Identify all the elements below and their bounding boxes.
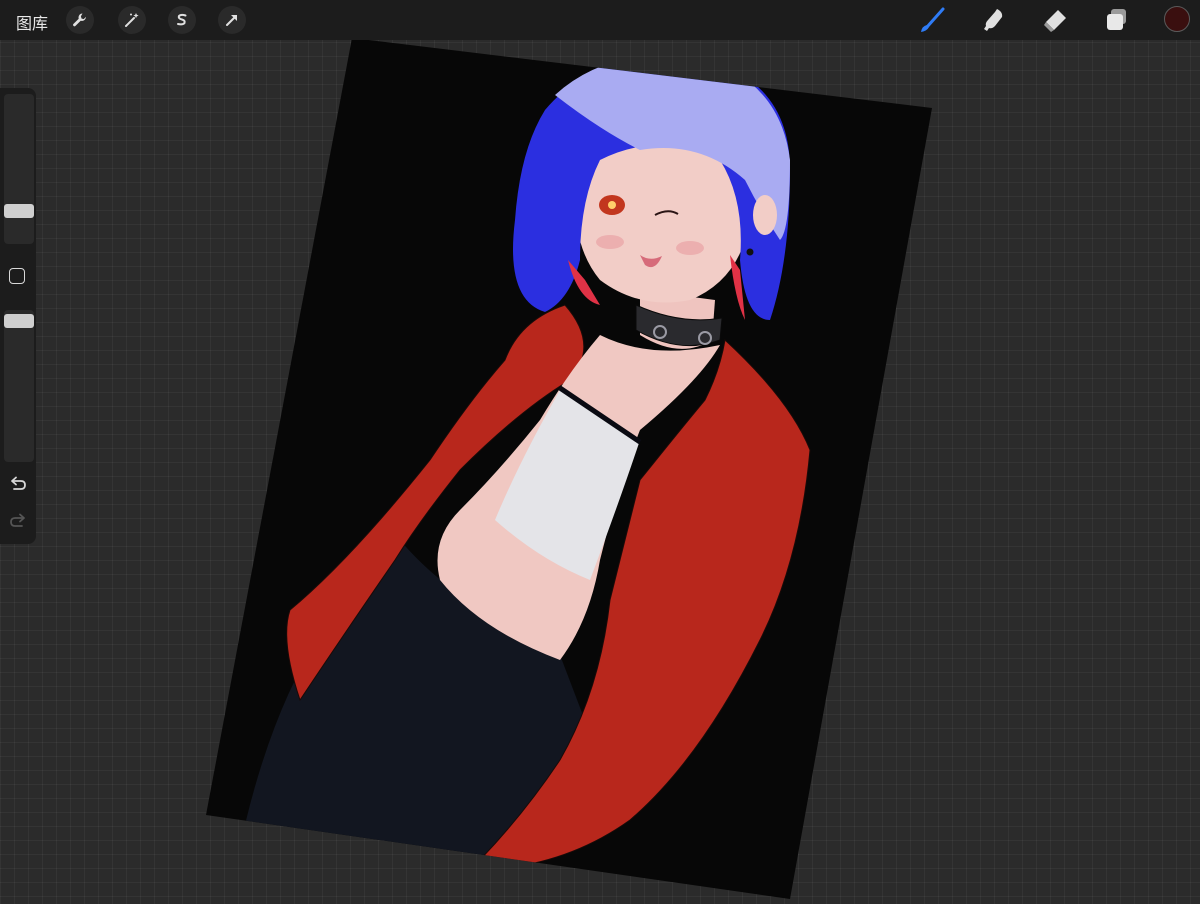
selection-icon: [177, 13, 187, 26]
undo-icon[interactable]: [9, 476, 27, 492]
smudge-tool-button[interactable]: [980, 6, 1008, 34]
opacity-thumb[interactable]: [4, 314, 34, 328]
transform-arrow-icon: [226, 15, 237, 26]
eraser-tool-button[interactable]: [1041, 6, 1069, 34]
brush-icon: [921, 7, 945, 32]
brush-tool-button[interactable]: [918, 6, 946, 34]
brush-size-thumb[interactable]: [4, 204, 34, 218]
gallery-button[interactable]: 图库: [16, 10, 48, 34]
smudge-icon: [984, 9, 1003, 31]
actions-button[interactable]: [66, 6, 94, 34]
wrench-icon: [73, 13, 86, 27]
redo-icon[interactable]: [9, 513, 27, 529]
brush-size-slider[interactable]: [4, 94, 34, 244]
adjustments-button[interactable]: [118, 6, 146, 34]
magic-wand-icon: [125, 13, 139, 27]
left-sidebar: [0, 88, 36, 544]
modify-button[interactable]: [9, 268, 25, 284]
selection-button[interactable]: [168, 6, 196, 34]
transform-button[interactable]: [218, 6, 246, 34]
layers-icon: [1107, 9, 1126, 30]
layers-button[interactable]: [1103, 6, 1131, 34]
eraser-icon: [1044, 10, 1066, 32]
artwork: [206, 38, 932, 899]
color-swatch-button[interactable]: [1164, 6, 1190, 32]
opacity-slider[interactable]: [4, 310, 34, 462]
top-toolbar: 图库: [0, 0, 1200, 40]
drawing-canvas[interactable]: [0, 0, 1200, 899]
